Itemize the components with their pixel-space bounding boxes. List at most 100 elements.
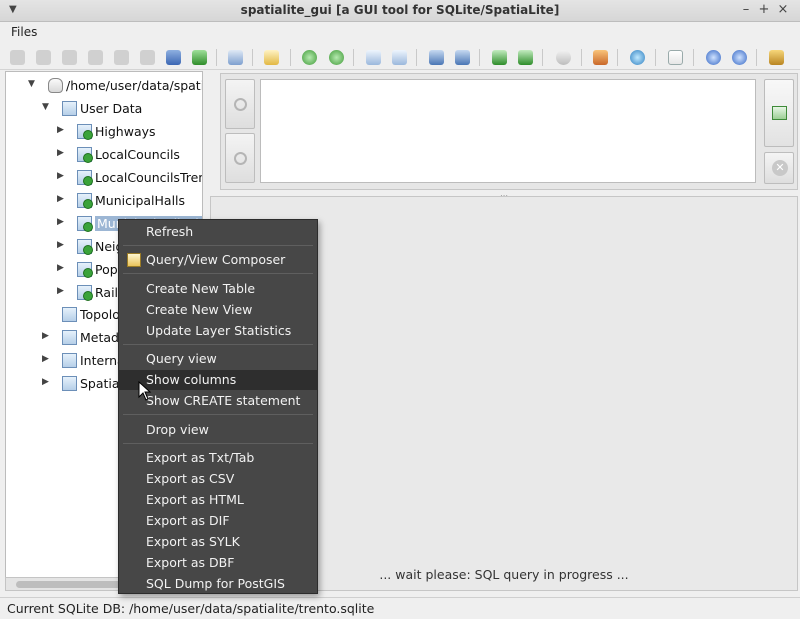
expand-arrow-icon[interactable]: ▶ [57, 171, 64, 181]
sanitize-geometry-icon[interactable] [329, 50, 344, 65]
exit-icon[interactable] [769, 50, 784, 65]
menu-separator [123, 443, 313, 444]
menu-files[interactable]: Files [11, 25, 37, 39]
network-icon[interactable] [556, 50, 571, 65]
expand-arrow-icon[interactable]: ▶ [57, 194, 64, 204]
history-back-icon [234, 98, 247, 111]
tree-item-highways[interactable]: ▶ Highways [6, 122, 202, 142]
virtual-xl-icon[interactable] [518, 50, 533, 65]
sql-log-icon[interactable] [228, 50, 243, 65]
load-dbf-icon[interactable] [429, 50, 444, 65]
virtual-dbf-icon[interactable] [455, 50, 470, 65]
scrollbar-thumb[interactable] [16, 581, 126, 588]
menu-query-view[interactable]: Query view [119, 349, 317, 369]
expand-arrow-icon[interactable]: ▶ [57, 125, 64, 135]
toolbar-separator [693, 49, 694, 66]
history-back-button[interactable] [225, 79, 255, 129]
memory-db-icon[interactable] [62, 50, 77, 65]
expand-arrow-icon[interactable]: ▶ [42, 377, 49, 387]
disconnect-icon[interactable] [88, 50, 103, 65]
tree-item-label: MunicipalHalls [95, 193, 186, 208]
save-memory-icon[interactable] [140, 50, 155, 65]
expand-arrow-icon[interactable]: ▶ [57, 148, 64, 158]
sql-input[interactable] [260, 79, 756, 183]
check-geometry-icon[interactable] [302, 50, 317, 65]
menu-sql-dump-postgis[interactable]: SQL Dump for PostGIS [119, 574, 317, 594]
load-shapefile-icon[interactable] [192, 50, 207, 65]
tree-item-label: Highways [95, 124, 156, 139]
menu-create-new-view[interactable]: Create New View [119, 300, 317, 320]
charset-icon[interactable] [668, 50, 683, 65]
query-composer-icon[interactable] [264, 50, 279, 65]
window-title: spatialite_gui [a GUI tool for SQLite/Sp… [240, 3, 560, 17]
minimize-button[interactable]: – [738, 2, 754, 17]
database-icon [48, 78, 63, 93]
expand-arrow-icon[interactable]: ▶ [42, 354, 49, 364]
menu-query-view-composer[interactable]: Query/View Composer [119, 250, 317, 270]
create-db-icon[interactable] [36, 50, 51, 65]
about-icon[interactable] [732, 50, 747, 65]
tree-user-data[interactable]: ▼ User Data [6, 99, 202, 119]
close-icon: ✕ [772, 160, 788, 176]
toolbar-separator [756, 49, 757, 66]
attach-db-icon[interactable] [593, 50, 608, 65]
execute-sql-button[interactable] [764, 79, 794, 147]
abort-query-button[interactable]: ✕ [764, 152, 794, 184]
srid-icon[interactable] [630, 50, 645, 65]
menu-export-html[interactable]: Export as HTML [119, 490, 317, 510]
connect-icon[interactable] [10, 50, 25, 65]
menu-separator [123, 414, 313, 415]
menu-create-new-table[interactable]: Create New Table [119, 279, 317, 299]
expand-arrow-icon[interactable]: ▶ [57, 240, 64, 250]
run-script-icon[interactable] [166, 50, 181, 65]
tree-user-data-label: User Data [80, 101, 143, 116]
vacuum-icon[interactable] [114, 50, 129, 65]
toolbar-separator [617, 49, 618, 66]
load-txt-icon[interactable] [366, 50, 381, 65]
tree-root-label: /home/user/data/spatialite [66, 78, 202, 93]
folder-table-icon [62, 376, 77, 391]
tree-item-municipalhalls[interactable]: ▶ MunicipalHalls [6, 191, 202, 211]
expand-arrow-icon[interactable]: ▶ [57, 286, 64, 296]
toolbar-separator [479, 49, 480, 66]
collapse-arrow-icon[interactable]: ▼ [42, 102, 49, 112]
status-text: Current SQLite DB: /home/user/data/spati… [7, 601, 375, 616]
virtual-txt-icon[interactable] [392, 50, 407, 65]
menu-export-csv[interactable]: Export as CSV [119, 469, 317, 489]
toolbar-separator [542, 49, 543, 66]
expand-arrow-icon[interactable]: ▶ [42, 331, 49, 341]
collapse-arrow-icon[interactable]: ▼ [28, 79, 35, 89]
folder-table-icon [62, 353, 77, 368]
tree-root[interactable]: ▼ /home/user/data/spatialite [6, 76, 202, 96]
geometry-view-icon [77, 216, 93, 232]
menu-separator [123, 273, 313, 274]
folder-table-icon [62, 307, 77, 322]
load-xl-icon[interactable] [492, 50, 507, 65]
menu-export-txt[interactable]: Export as Txt/Tab [119, 448, 317, 468]
geometry-table-icon [77, 262, 93, 278]
expand-arrow-icon[interactable]: ▶ [57, 263, 64, 273]
menu-export-dbf[interactable]: Export as DBF [119, 553, 317, 573]
geometry-table-icon [77, 239, 93, 255]
toolbar-separator [655, 49, 656, 66]
menu-export-sylk[interactable]: Export as SYLK [119, 532, 317, 552]
toolbar-separator [290, 49, 291, 66]
history-forward-icon [234, 152, 247, 165]
history-forward-button[interactable] [225, 133, 255, 183]
menu-update-layer-statistics[interactable]: Update Layer Statistics [119, 321, 317, 341]
help-icon[interactable] [706, 50, 721, 65]
tree-item-localcouncils[interactable]: ▶ LocalCouncils [6, 145, 202, 165]
tree-item-label: LocalCouncilsTrento [95, 170, 202, 185]
maximize-button[interactable]: + [756, 2, 772, 17]
menu-drop-view[interactable]: Drop view [119, 420, 317, 440]
menu-export-dif[interactable]: Export as DIF [119, 511, 317, 531]
geometry-table-icon [77, 124, 93, 140]
menu-refresh[interactable]: Refresh [119, 222, 317, 242]
expand-arrow-icon[interactable]: ▶ [57, 217, 64, 227]
menu-separator [123, 344, 313, 345]
geometry-table-icon [77, 193, 93, 209]
tree-item-localcouncilstrento[interactable]: ▶ LocalCouncilsTrento [6, 168, 202, 188]
close-button[interactable]: × [775, 2, 791, 17]
toolbar-separator [216, 49, 217, 66]
status-bar: Current SQLite DB: /home/user/data/spati… [0, 597, 800, 619]
